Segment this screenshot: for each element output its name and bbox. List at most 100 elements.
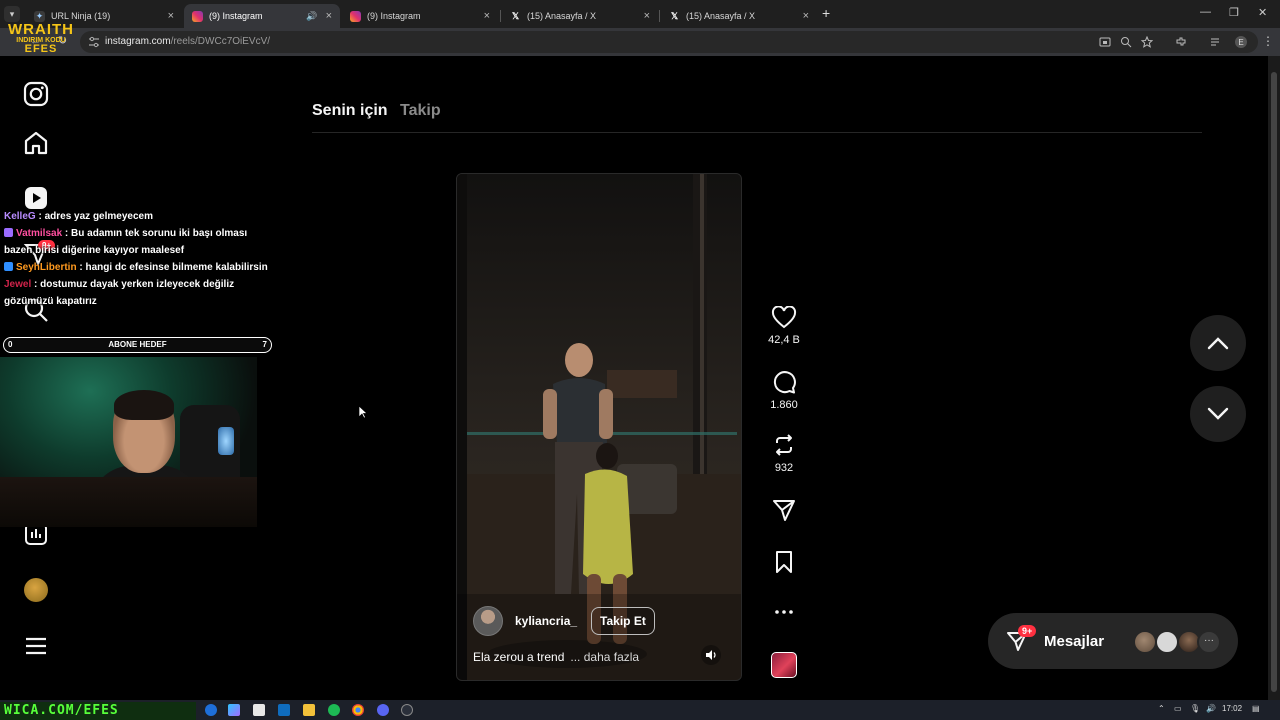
restore-icon[interactable]: ❐: [1229, 6, 1239, 19]
volume-icon[interactable]: [700, 644, 722, 666]
instagram-icon: [350, 10, 361, 22]
tab-title: (15) Anasayfa / X: [686, 11, 756, 21]
close-tab-icon[interactable]: ×: [168, 10, 174, 22]
new-tab-button[interactable]: +: [822, 5, 830, 21]
tab-title: (9) Instagram: [367, 11, 421, 21]
browser-menu-icon[interactable]: ⋮: [1262, 34, 1274, 48]
browser-tab-4[interactable]: 𝕏 (15) Anasayfa / X ×: [502, 4, 658, 28]
audio-thumbnail[interactable]: [771, 652, 797, 678]
subscriber-goal-bar: 0 ABONE HEDEF 7: [3, 337, 272, 353]
microphone-icon[interactable]: 🎙: [1190, 704, 1200, 713]
like-action[interactable]: 42,4 B: [763, 306, 805, 346]
media-controls-icon[interactable]: [1210, 36, 1222, 48]
menu-icon[interactable]: [22, 632, 50, 660]
tab-title: (15) Anasayfa / X: [527, 11, 597, 21]
next-reel-button[interactable]: [1190, 386, 1246, 442]
author-avatar[interactable]: [473, 606, 503, 636]
notifications-icon[interactable]: ▤: [1252, 704, 1260, 713]
network-icon[interactable]: ▭: [1174, 704, 1182, 713]
close-window-icon[interactable]: ✕: [1258, 6, 1267, 19]
messages-button[interactable]: 9+ Mesajlar ···: [988, 613, 1238, 669]
profile-nav-avatar[interactable]: [24, 578, 48, 602]
close-tab-icon[interactable]: ×: [803, 10, 809, 22]
browser-tab-2[interactable]: (9) Instagram 🔊 ×: [184, 4, 340, 28]
sub-badge-icon: [4, 228, 13, 237]
copilot-icon[interactable]: [228, 704, 240, 716]
profile-avatar[interactable]: E: [1235, 36, 1247, 48]
instagram-logo-icon[interactable]: [22, 80, 50, 108]
volume-tray-icon[interactable]: 🔊: [1206, 704, 1216, 713]
tab-title: (9) Instagram: [209, 11, 263, 21]
page-scrollbar[interactable]: [1268, 56, 1280, 700]
sponsor-brand: WRAITH: [8, 21, 74, 38]
address-bar[interactable]: instagram.com/reels/DWCc7OiEVcV/: [80, 31, 1258, 53]
reel-video[interactable]: kyliancria_ Takip Et Ela zerou a trend..…: [456, 173, 742, 681]
caption-more-link[interactable]: ... daha fazla: [570, 650, 639, 664]
extensions-icon[interactable]: [1175, 36, 1187, 48]
tray-arrow-icon[interactable]: ⌃: [1158, 704, 1165, 713]
bookmark-star-icon[interactable]: [1141, 36, 1153, 48]
repost-action[interactable]: 932: [763, 432, 805, 474]
streamer-webcam: [0, 357, 257, 527]
cast-icon[interactable]: [1099, 36, 1111, 48]
tab-for-you[interactable]: Senin için: [312, 102, 388, 119]
chat-message: KelleG : adres yaz gelmeyecem: [0, 208, 272, 225]
author-username[interactable]: kyliancria_: [515, 614, 577, 628]
speaker-icon[interactable]: 🔊: [306, 11, 317, 22]
webcam-lamp: [218, 427, 234, 455]
more-options-icon[interactable]: [771, 602, 797, 622]
reel-caption[interactable]: Ela zerou a trend ... daha fazla: [473, 650, 639, 664]
comment-icon[interactable]: [771, 369, 797, 395]
close-tab-icon[interactable]: ×: [484, 10, 490, 22]
heart-icon[interactable]: [771, 306, 797, 330]
tab-following[interactable]: Takip: [400, 102, 441, 119]
share-icon[interactable]: [771, 497, 797, 523]
like-count: 42,4 B: [768, 334, 800, 346]
store-icon[interactable]: [253, 704, 265, 716]
goal-target: 7: [262, 340, 267, 349]
more-contacts-icon: ···: [1197, 630, 1221, 654]
comment-count: 1.860: [770, 399, 798, 411]
scrollbar-thumb[interactable]: [1271, 72, 1277, 692]
chat-username: Jewel: [4, 279, 32, 290]
previous-reel-button[interactable]: [1190, 315, 1246, 371]
close-tab-icon[interactable]: ×: [326, 10, 332, 22]
clock[interactable]: 17:02: [1222, 704, 1242, 713]
chevron-up-icon: [1207, 337, 1229, 350]
outlook-icon[interactable]: [278, 704, 290, 716]
share-action[interactable]: [763, 497, 805, 523]
save-action[interactable]: [763, 549, 805, 575]
close-tab-icon[interactable]: ×: [644, 10, 650, 22]
reel-video-frame: [457, 174, 741, 680]
tab-search-button[interactable]: ▾: [4, 6, 20, 22]
more-options-action[interactable]: [763, 602, 805, 622]
file-explorer-icon[interactable]: [303, 704, 315, 716]
bookmark-icon[interactable]: [771, 549, 797, 575]
chat-text: : adres yaz gelmeyecem: [35, 211, 153, 222]
edge-icon[interactable]: [205, 704, 217, 716]
home-icon[interactable]: [22, 129, 50, 157]
spotify-icon[interactable]: [328, 704, 340, 716]
sponsor-logo: WRAITH INDIRIM KODU EFES: [6, 22, 76, 55]
minimize-icon[interactable]: —: [1200, 6, 1211, 18]
chat-username: Vatmilsak: [16, 228, 63, 239]
x-icon: 𝕏: [670, 10, 679, 21]
mouse-cursor-icon: [358, 405, 368, 419]
obs-icon[interactable]: [401, 704, 413, 716]
caption-text: Ela zerou a trend: [473, 650, 565, 664]
chrome-icon[interactable]: [352, 704, 364, 716]
discord-icon[interactable]: [377, 704, 389, 716]
chat-message: Jewel : dostumuz dayak yerken izleyecek …: [0, 276, 272, 310]
goal-label: ABONE HEDEF: [108, 340, 167, 349]
chat-message: SeyhLibertin : hangi dc efesinse bilmeme…: [0, 259, 272, 276]
zoom-icon[interactable]: [1120, 36, 1132, 48]
browser-tab-3[interactable]: (9) Instagram ×: [342, 4, 498, 28]
repost-icon[interactable]: [771, 432, 797, 458]
browser-tab-5[interactable]: 𝕏 (15) Anasayfa / X ×: [661, 4, 817, 28]
reel-author: kyliancria_ Takip Et: [473, 606, 655, 636]
url-text[interactable]: instagram.com/reels/DWCc7OiEVcV/: [105, 36, 270, 47]
messages-label: Mesajlar: [1044, 633, 1105, 650]
site-settings-icon[interactable]: [88, 36, 100, 48]
follow-button[interactable]: Takip Et: [591, 607, 655, 635]
comment-action[interactable]: 1.860: [763, 369, 805, 411]
